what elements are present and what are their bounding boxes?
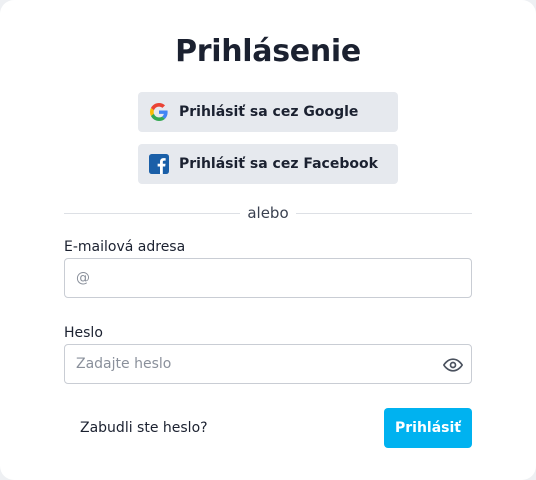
google-login-label: Prihlásiť sa cez Google — [179, 104, 359, 120]
google-icon — [149, 102, 169, 122]
google-login-button[interactable]: Prihlásiť sa cez Google — [138, 92, 398, 132]
email-field-wrapper — [64, 258, 472, 298]
facebook-login-button[interactable]: Prihlásiť sa cez Facebook — [138, 144, 398, 184]
password-field-wrapper — [64, 344, 472, 384]
forgot-password-link[interactable]: Zabudli ste heslo? — [80, 419, 208, 437]
email-label: E-mailová adresa — [64, 239, 186, 255]
divider-line-right — [296, 213, 472, 214]
password-input[interactable] — [76, 345, 436, 383]
login-card: Prihlásenie Prihlásiť sa cez Google Prih… — [0, 0, 536, 480]
eye-icon[interactable] — [442, 354, 464, 376]
or-divider: alebo — [64, 202, 472, 224]
email-input[interactable] — [76, 259, 436, 297]
login-button[interactable]: Prihlásiť — [384, 408, 472, 448]
facebook-login-label: Prihlásiť sa cez Facebook — [179, 156, 378, 172]
page-title: Prihlásenie — [175, 34, 361, 69]
facebook-icon — [149, 154, 169, 174]
password-label: Heslo — [64, 325, 103, 341]
